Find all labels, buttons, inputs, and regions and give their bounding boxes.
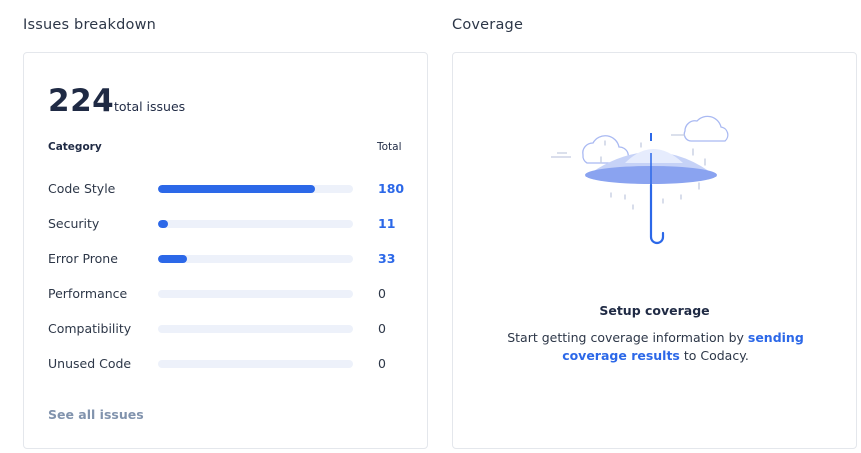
setup-coverage-heading: Setup coverage [599, 303, 710, 318]
coverage-text-after: to Codacy. [679, 348, 749, 363]
category-row-security: Security 11 [24, 214, 427, 234]
category-label: Compatibility [48, 321, 132, 336]
category-count: 0 [378, 321, 386, 336]
category-row-error-prone: Error Prone 33 [24, 249, 427, 269]
category-bar-fill [158, 185, 315, 193]
see-all-issues-link[interactable]: See all issues [48, 407, 144, 422]
category-label: Performance [48, 286, 128, 301]
coverage-text-before: Start getting coverage information by [507, 330, 748, 345]
category-bar-track [158, 360, 353, 368]
setup-coverage-description: Start getting coverage information by se… [493, 329, 818, 365]
category-row-code-style: Code Style 180 [24, 179, 427, 199]
category-label: Code Style [48, 181, 116, 196]
category-bar-track [158, 290, 353, 298]
category-row-compatibility: Compatibility 0 [24, 319, 427, 339]
category-bar-fill [158, 255, 187, 263]
total-issues-count: 224 [48, 83, 115, 119]
issues-breakdown-title: Issues breakdown [23, 17, 157, 33]
category-label: Unused Code [48, 356, 132, 371]
category-column-header: Category [48, 141, 102, 153]
coverage-card: Setup coverage Start getting coverage in… [452, 52, 857, 449]
umbrella-rain-icon [543, 105, 743, 255]
category-bar-track [158, 220, 353, 228]
category-count[interactable]: 33 [378, 251, 395, 266]
category-count[interactable]: 11 [378, 216, 395, 231]
category-bar-fill [158, 220, 168, 228]
category-bar-track [158, 185, 353, 193]
total-column-header: Total [377, 141, 402, 153]
issues-breakdown-card: 224 total issues Category Total Code Sty… [23, 52, 428, 449]
category-row-unused-code: Unused Code 0 [24, 354, 427, 374]
category-label: Error Prone [48, 251, 118, 266]
category-row-performance: Performance 0 [24, 284, 427, 304]
coverage-title: Coverage [452, 17, 524, 33]
category-count: 0 [378, 356, 386, 371]
category-count[interactable]: 180 [378, 181, 404, 196]
category-bar-track [158, 325, 353, 333]
total-issues-label: total issues [114, 99, 186, 114]
category-bar-track [158, 255, 353, 263]
category-count: 0 [378, 286, 386, 301]
category-label: Security [48, 216, 100, 231]
